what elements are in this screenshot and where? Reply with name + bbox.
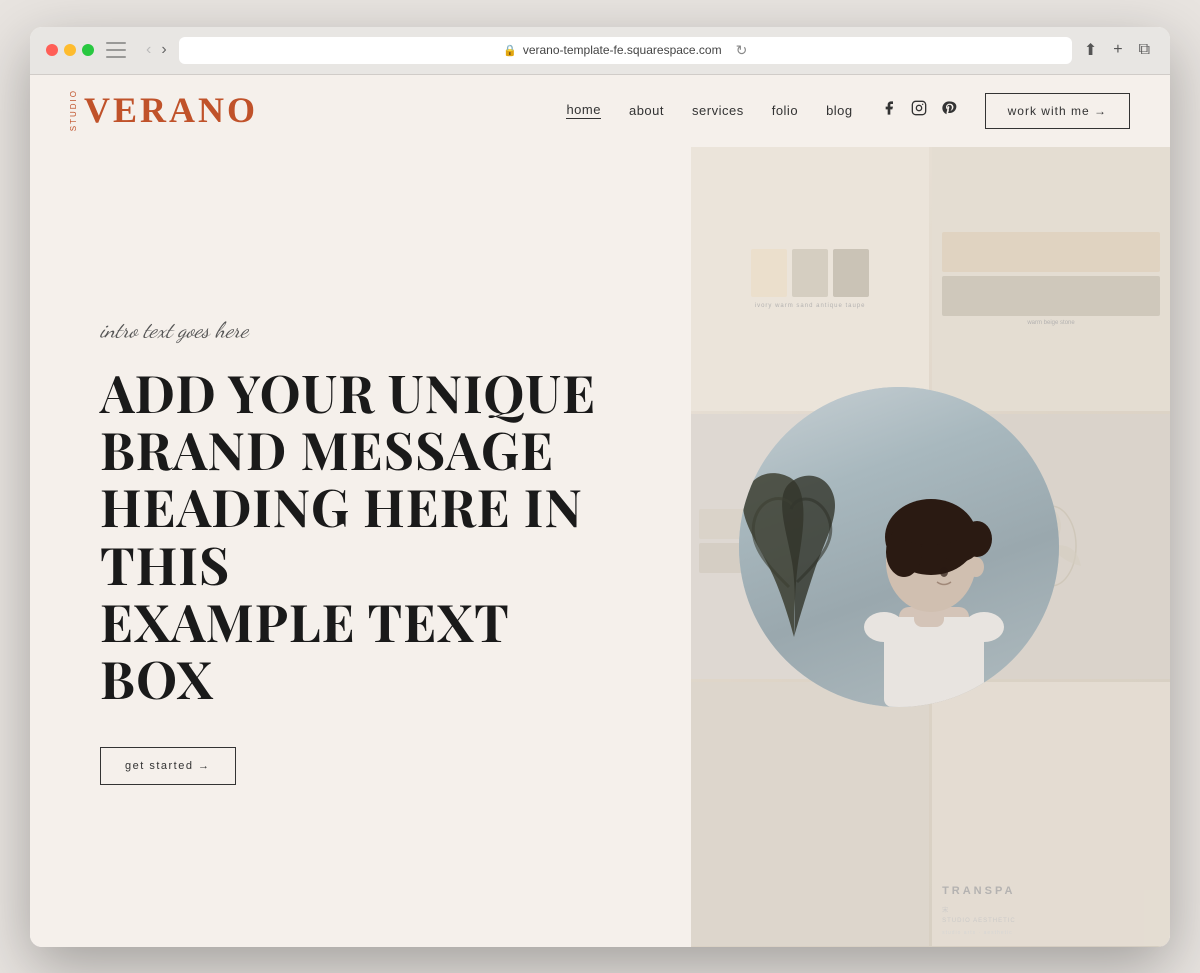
back-arrow-button[interactable]: ‹ bbox=[142, 39, 155, 61]
collage-cell-2: warm beige stone bbox=[932, 147, 1170, 412]
site-header: STUDIO VERANO home about services folio … bbox=[30, 75, 1170, 147]
hero-left: intro text goes here ADD YOUR UNIQUE BRA… bbox=[30, 147, 691, 947]
logo-area: STUDIO VERANO bbox=[70, 89, 258, 131]
pinterest-icon[interactable] bbox=[941, 100, 957, 121]
collage-cell-5 bbox=[691, 682, 929, 947]
close-button[interactable] bbox=[46, 44, 58, 56]
nav-home[interactable]: home bbox=[566, 102, 601, 119]
browser-toolbar: ‹ › 🔒 verano-template-fe.squarespace.com… bbox=[106, 37, 1154, 64]
sidebar-toggle-button[interactable] bbox=[106, 40, 134, 60]
collage-cell-1: ivory warm sand antique taupe bbox=[691, 147, 929, 412]
browser-window: ‹ › 🔒 verano-template-fe.squarespace.com… bbox=[30, 27, 1170, 947]
browser-chrome: ‹ › 🔒 verano-template-fe.squarespace.com… bbox=[30, 27, 1170, 75]
maximize-button[interactable] bbox=[82, 44, 94, 56]
share-button[interactable]: ⬆ bbox=[1080, 38, 1101, 62]
hero-heading-line4: EXAMPLE TEXT BOX bbox=[100, 587, 509, 713]
refresh-icon[interactable]: ↻ bbox=[736, 42, 748, 59]
hero-heading: ADD YOUR UNIQUE BRAND MESSAGE HEADING HE… bbox=[100, 364, 620, 707]
forward-arrow-button[interactable]: › bbox=[157, 39, 170, 61]
instagram-icon[interactable] bbox=[911, 100, 927, 121]
logo-studio-text: STUDIO bbox=[70, 89, 78, 131]
social-icons bbox=[881, 100, 957, 121]
traffic-lights bbox=[46, 44, 94, 56]
nav-about[interactable]: about bbox=[629, 103, 664, 118]
url-text: verano-template-fe.squarespace.com bbox=[523, 43, 722, 57]
person-portrait-icon bbox=[819, 407, 1039, 707]
hero-heading-line3: HEADING HERE IN THIS bbox=[100, 472, 583, 598]
nav-folio[interactable]: folio bbox=[772, 103, 798, 118]
get-started-button[interactable]: get started → bbox=[100, 747, 236, 785]
nav-blog[interactable]: blog bbox=[826, 103, 853, 118]
new-tab-button[interactable]: + bbox=[1109, 39, 1126, 61]
website: STUDIO VERANO home about services folio … bbox=[30, 75, 1170, 947]
circle-portrait bbox=[739, 387, 1059, 707]
lock-icon: 🔒 bbox=[503, 44, 517, 57]
work-with-me-button[interactable]: work with me → bbox=[985, 93, 1130, 129]
facebook-icon[interactable] bbox=[881, 100, 897, 121]
duplicate-button[interactable]: ⧉ bbox=[1135, 39, 1154, 61]
intro-text: intro text goes here bbox=[100, 318, 641, 344]
site-nav: home about services folio blog bbox=[566, 93, 1130, 129]
address-bar[interactable]: 🔒 verano-template-fe.squarespace.com ↻ bbox=[179, 37, 1072, 64]
logo-brand-name[interactable]: VERANO bbox=[84, 89, 258, 131]
site-main: intro text goes here ADD YOUR UNIQUE BRA… bbox=[30, 147, 1170, 947]
navigation-arrows: ‹ › bbox=[142, 39, 171, 61]
portrait-placeholder bbox=[739, 387, 1059, 707]
hero-right: ivory warm sand antique taupe warm beige… bbox=[691, 147, 1170, 947]
minimize-button[interactable] bbox=[64, 44, 76, 56]
nav-services[interactable]: services bbox=[692, 103, 744, 118]
collage-cell-6: TRANSPA 宋 STUDIO AESTHETIC studio arts ·… bbox=[932, 682, 1170, 947]
browser-actions: ⬆ + ⧉ bbox=[1080, 38, 1154, 62]
